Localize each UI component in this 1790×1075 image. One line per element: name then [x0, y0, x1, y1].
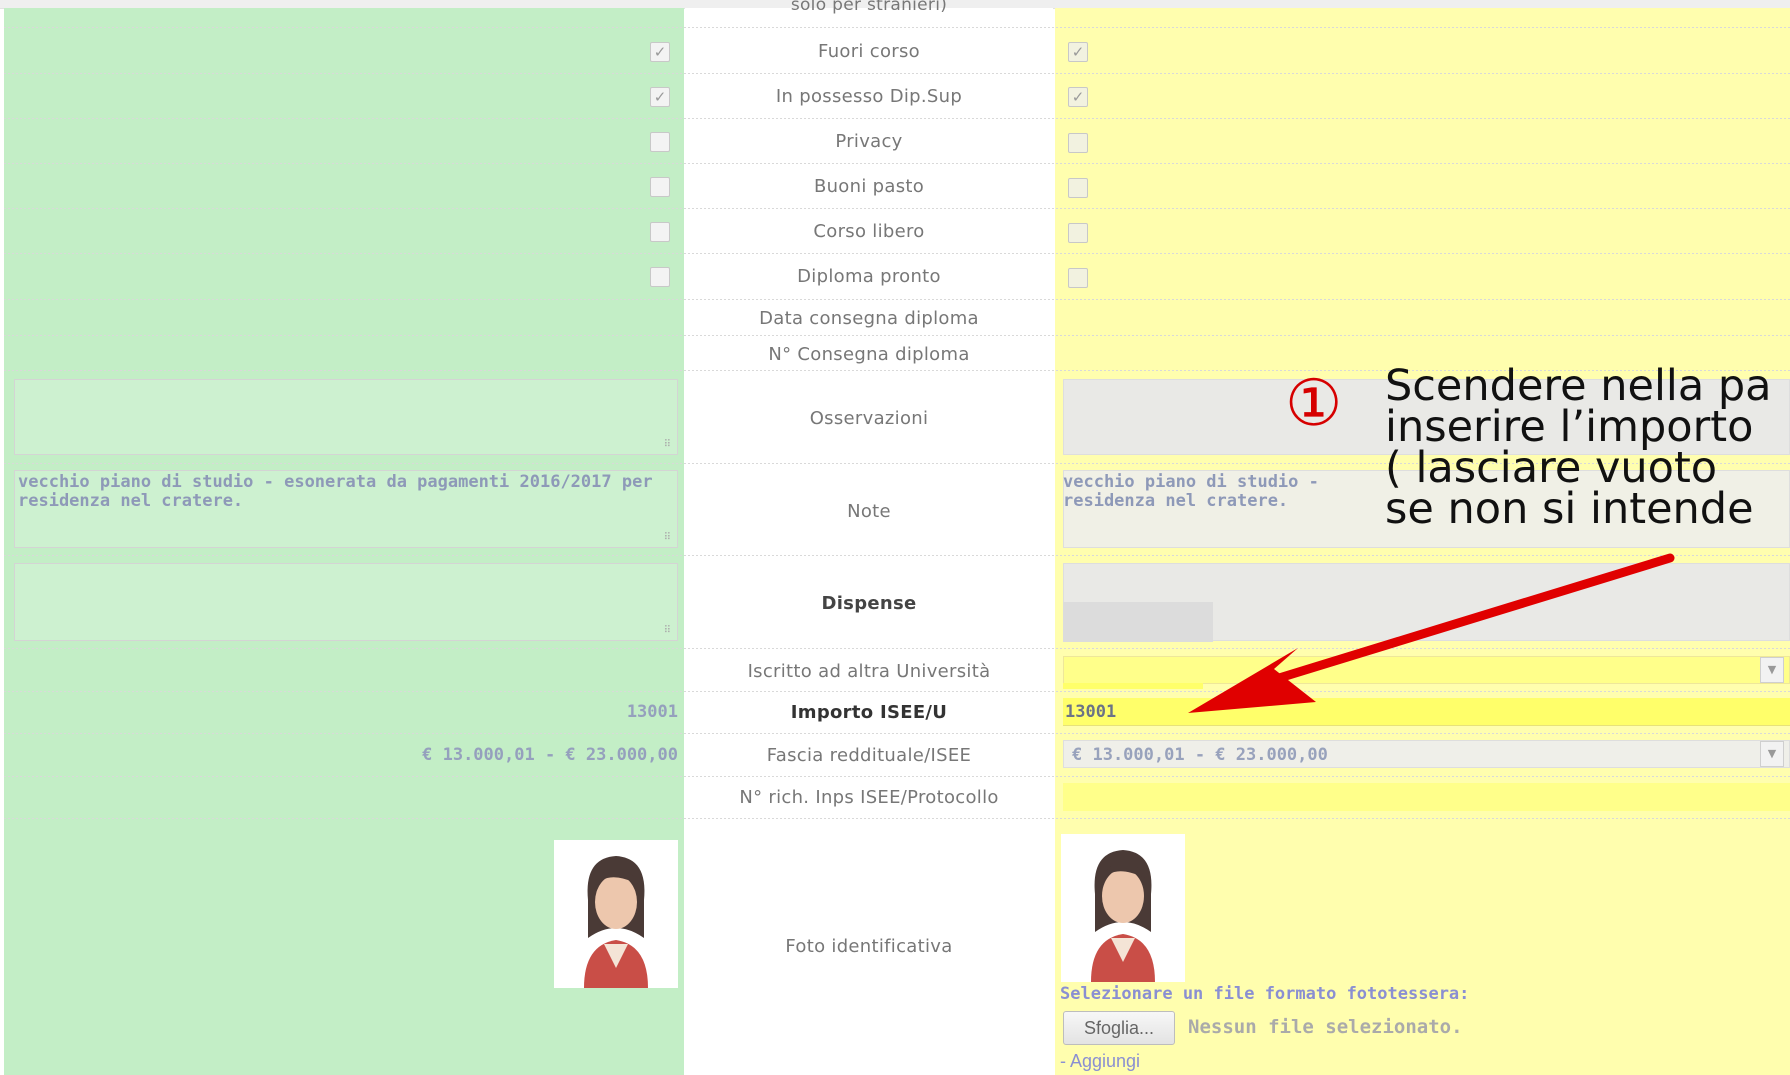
annotation-arrow-icon	[1188, 553, 1675, 713]
